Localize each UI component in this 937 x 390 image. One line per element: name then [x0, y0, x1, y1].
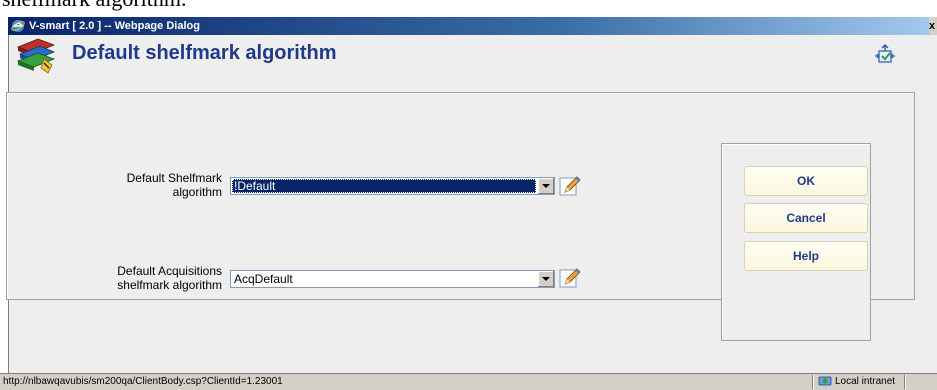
default-shelfmark-select[interactable]: !Default [230, 177, 555, 195]
field-label-default-acq-shelfmark: Default Acquisitions shelfmark algorithm [117, 264, 222, 292]
intranet-icon [818, 376, 832, 386]
cancel-button[interactable]: Cancel [744, 203, 868, 233]
field-label-default-shelfmark: Default Shelfmark algorithm [126, 171, 222, 199]
help-button[interactable]: Help [744, 241, 868, 271]
chevron-down-icon[interactable] [537, 271, 554, 287]
sync-arrows-icon[interactable] [874, 44, 896, 66]
books-stack-icon [16, 38, 56, 74]
status-url: http://nlbawqavubis/sm200qa/ClientBody.c… [3, 376, 283, 387]
close-icon[interactable]: x [929, 17, 937, 35]
window-title: V-smart [ 2.0 ] -- Webpage Dialog [29, 20, 200, 32]
window-titlebar[interactable]: V-smart [ 2.0 ] -- Webpage Dialog x [8, 17, 937, 35]
ie-icon [11, 20, 25, 32]
status-divider [904, 375, 906, 389]
document-caption: shelfmark algorithm. [2, 0, 187, 12]
status-zone: Local intranet [818, 375, 895, 387]
ok-button[interactable]: OK [744, 166, 868, 196]
page-title: Default shelfmark algorithm [72, 42, 337, 64]
status-bar: http://nlbawqavubis/sm200qa/ClientBody.c… [0, 373, 937, 390]
pencil-icon[interactable] [559, 267, 581, 289]
status-divider [812, 375, 814, 389]
default-acq-shelfmark-select[interactable]: AcqDefault [230, 270, 555, 288]
pencil-icon[interactable] [559, 175, 581, 197]
chevron-down-icon[interactable] [537, 178, 554, 194]
